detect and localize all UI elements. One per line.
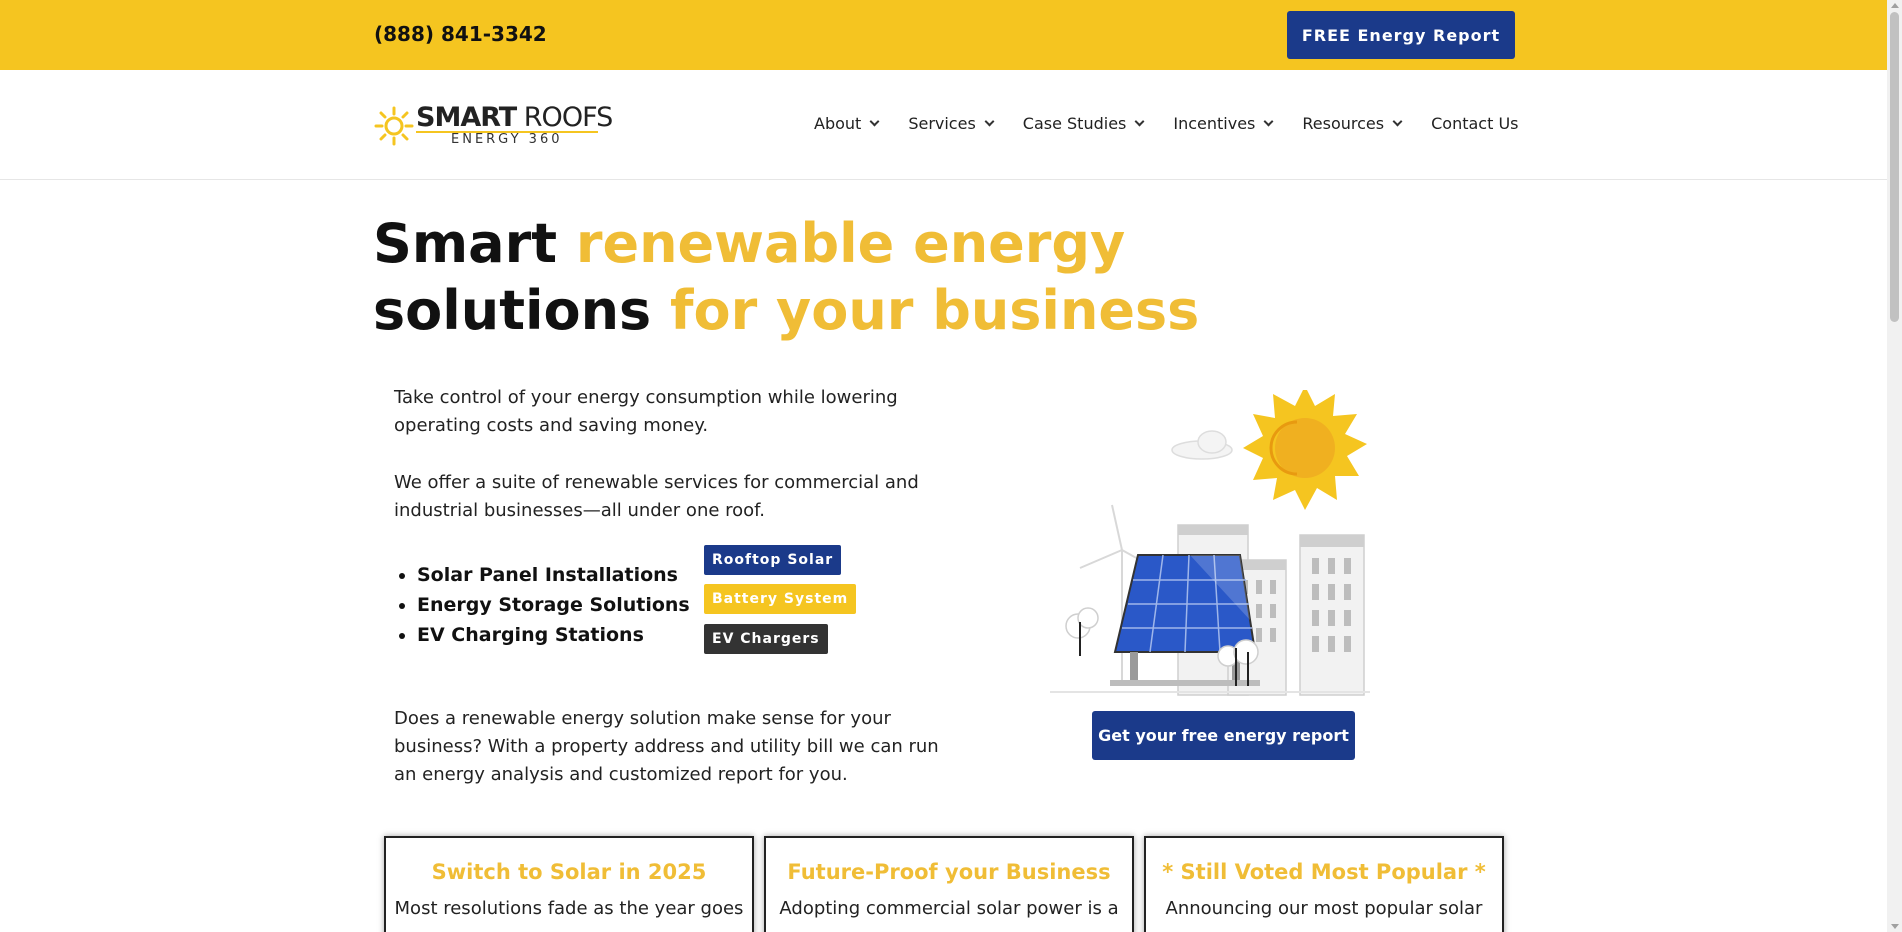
top-bar: (888) 841-3342 FREE Energy Report [0, 0, 1887, 70]
promo-card-future-proof[interactable]: Future-Proof your Business Adopting comm… [764, 836, 1134, 932]
chevron-down-icon [1392, 116, 1403, 127]
services-list: Solar Panel Installations Energy Storage… [417, 560, 690, 650]
nav-item-incentives[interactable]: Incentives [1173, 114, 1274, 133]
nav-item-case-studies[interactable]: Case Studies [1023, 114, 1145, 133]
list-item: EV Charging Stations [417, 620, 690, 650]
list-item: Energy Storage Solutions [417, 590, 690, 620]
tag-ev-chargers: EV Chargers [704, 624, 828, 654]
main-nav: About Services Case Studies Incentives R… [814, 114, 1549, 133]
scroll-up-arrow-icon[interactable] [1891, 3, 1899, 8]
chevron-down-icon [1134, 116, 1145, 127]
nav-item-about[interactable]: About [814, 114, 880, 133]
nav-item-contact-us[interactable]: Contact Us [1431, 114, 1518, 133]
scroll-down-arrow-icon[interactable] [1891, 924, 1899, 929]
sun-logo-icon [374, 106, 414, 146]
card-body: Most resolutions fade as the year goes [394, 898, 744, 919]
hero-services-text: We offer a suite of renewable services f… [394, 472, 919, 521]
main-header: SMART ROOFS ENERGY 360 About Services Ca… [0, 70, 1887, 180]
card-title: Switch to Solar in 2025 [431, 860, 707, 884]
solar-city-illustration [1050, 390, 1370, 696]
card-body: Adopting commercial solar power is a [779, 898, 1119, 919]
card-title: * Still Voted Most Popular * [1162, 860, 1486, 884]
card-body: Announcing our most popular solar [1165, 898, 1483, 919]
tag-rooftop-solar: Rooftop Solar [704, 545, 842, 575]
hero-title: Smart renewable energy solutions for you… [373, 212, 1200, 342]
logo-subtitle: ENERGY 360 [451, 132, 563, 147]
free-energy-report-button[interactable]: FREE Energy Report [1287, 11, 1515, 59]
hero-intro-text: Take control of your energy consumption … [394, 387, 898, 436]
promo-card-switch-to-solar[interactable]: Switch to Solar in 2025 Most resolutions… [384, 836, 754, 932]
get-free-energy-report-button[interactable]: Get your free energy report [1092, 711, 1355, 760]
nav-item-services[interactable]: Services [908, 114, 995, 133]
promo-card-most-popular[interactable]: * Still Voted Most Popular * Announcing … [1144, 836, 1504, 932]
site-logo[interactable]: SMART ROOFS ENERGY 360 [374, 102, 613, 150]
tag-battery-system: Battery System [704, 584, 857, 614]
chevron-down-icon [984, 116, 995, 127]
hero-analysis-text: Does a renewable energy solution make se… [394, 708, 939, 785]
card-title: Future-Proof your Business [787, 860, 1111, 884]
page-scrollbar[interactable] [1887, 0, 1902, 932]
logo-wordmark: SMART ROOFS [416, 102, 613, 133]
scrollbar-thumb[interactable] [1890, 12, 1899, 322]
chevron-down-icon [869, 116, 880, 127]
phone-link[interactable]: (888) 841-3342 [374, 22, 547, 46]
list-item: Solar Panel Installations [417, 560, 690, 590]
chevron-down-icon [1263, 116, 1274, 127]
nav-item-resources[interactable]: Resources [1302, 114, 1403, 133]
